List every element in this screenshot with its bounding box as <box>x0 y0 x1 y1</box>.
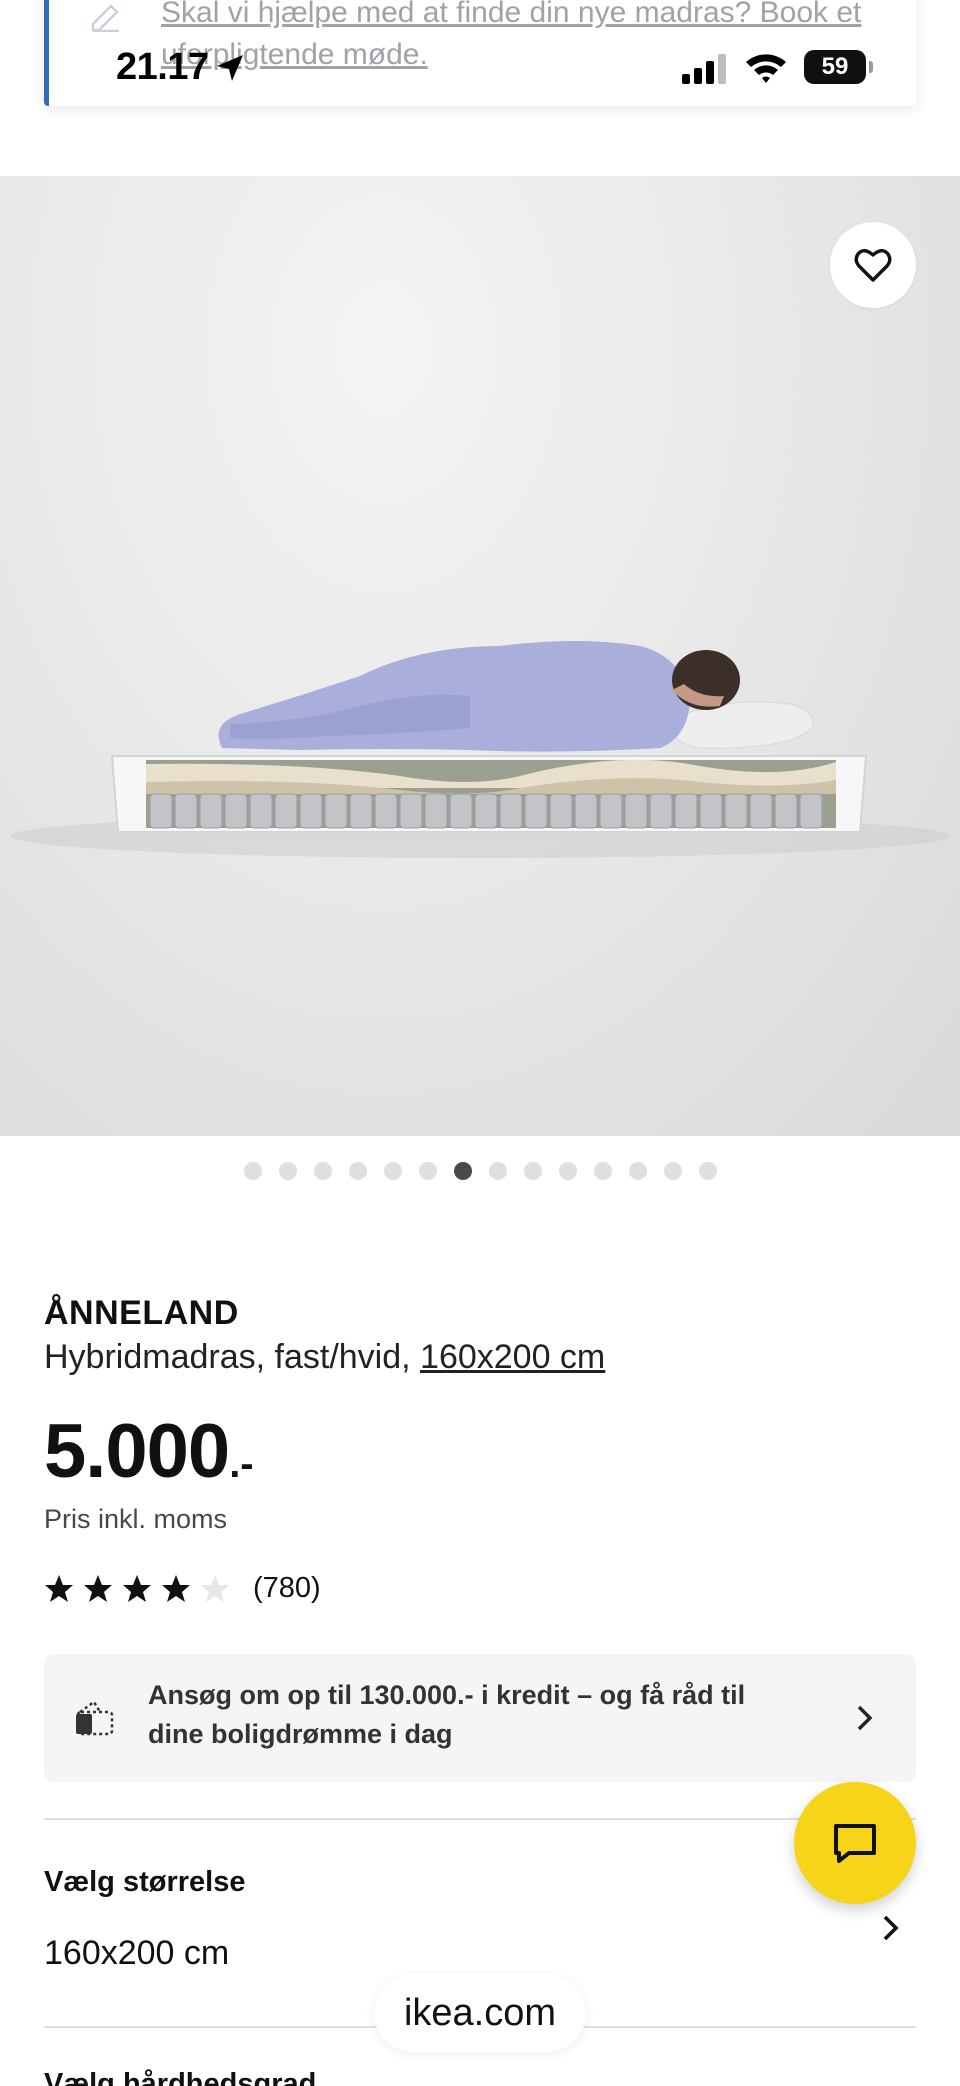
carousel-dot[interactable] <box>348 1162 367 1180</box>
status-time: 21.17 <box>116 46 209 88</box>
carousel-dot[interactable] <box>313 1162 332 1180</box>
carousel-dots[interactable] <box>0 1162 960 1180</box>
battery-indicator: 59 <box>804 50 873 84</box>
carousel-dot[interactable] <box>593 1162 612 1180</box>
carousel-dot[interactable] <box>628 1162 647 1180</box>
star-filled-icon <box>123 1574 151 1602</box>
review-count: (780) <box>253 1572 321 1604</box>
rating-stars <box>44 1574 239 1604</box>
carousel-dot[interactable] <box>663 1162 682 1180</box>
product-name: ÅNNELAND <box>44 1294 239 1332</box>
size-selector-value: 160x200 cm <box>44 1934 230 1972</box>
carousel-dot[interactable] <box>278 1162 297 1180</box>
star-filled-icon <box>162 1574 190 1602</box>
chat-button[interactable] <box>794 1782 916 1904</box>
carousel-dot[interactable] <box>488 1162 507 1180</box>
location-arrow-icon <box>217 55 243 81</box>
favorite-button[interactable] <box>830 222 916 308</box>
chevron-right-icon <box>857 1705 873 1731</box>
status-bar: 21.17 59 <box>0 36 960 106</box>
carousel-dot-active[interactable] <box>453 1162 472 1180</box>
product-image[interactable] <box>0 176 960 1136</box>
credit-offer-text: Ansøg om op til 130.000.- i kredit – og … <box>148 1680 746 1749</box>
size-link[interactable]: 160x200 cm <box>420 1338 605 1376</box>
star-filled-icon <box>84 1574 112 1602</box>
product-price: 5.000.- <box>44 1408 254 1495</box>
carousel-dot[interactable] <box>558 1162 577 1180</box>
firmness-selector-label[interactable]: Vælg hårdhedsgrad <box>44 2068 316 2086</box>
edit-pencil-icon <box>91 4 119 32</box>
size-selector-label: Vælg størrelse <box>44 1866 246 1898</box>
divider <box>44 1818 916 1820</box>
carousel-dot[interactable] <box>418 1162 437 1180</box>
chevron-right-icon <box>883 1915 899 1941</box>
wifi-icon <box>746 54 786 83</box>
product-rating[interactable]: (780) <box>44 1572 321 1605</box>
carousel-dot[interactable] <box>383 1162 402 1180</box>
star-filled-icon <box>45 1574 73 1602</box>
carousel-dot[interactable] <box>698 1162 717 1180</box>
heart-icon <box>854 249 892 282</box>
price-suffix: .- <box>229 1442 254 1486</box>
mattress-photo <box>10 641 950 858</box>
chat-icon <box>834 1824 876 1863</box>
carousel-dot[interactable] <box>523 1162 542 1180</box>
price-amount: 5.000 <box>44 1409 230 1494</box>
star-empty-icon <box>201 1574 229 1602</box>
price-note: Pris inkl. moms <box>44 1504 228 1534</box>
carousel-dot[interactable] <box>243 1162 262 1180</box>
credit-card-icon <box>76 1700 114 1736</box>
signal-icon <box>682 54 726 84</box>
product-description-text: Hybridmadras, fast/hvid, <box>44 1338 421 1376</box>
browser-url-bar[interactable]: ikea.com <box>374 1974 586 2052</box>
credit-offer-banner[interactable]: Ansøg om op til 130.000.- i kredit – og … <box>44 1654 916 1782</box>
product-description: Hybridmadras, fast/hvid, 160x200 cm <box>44 1338 605 1377</box>
